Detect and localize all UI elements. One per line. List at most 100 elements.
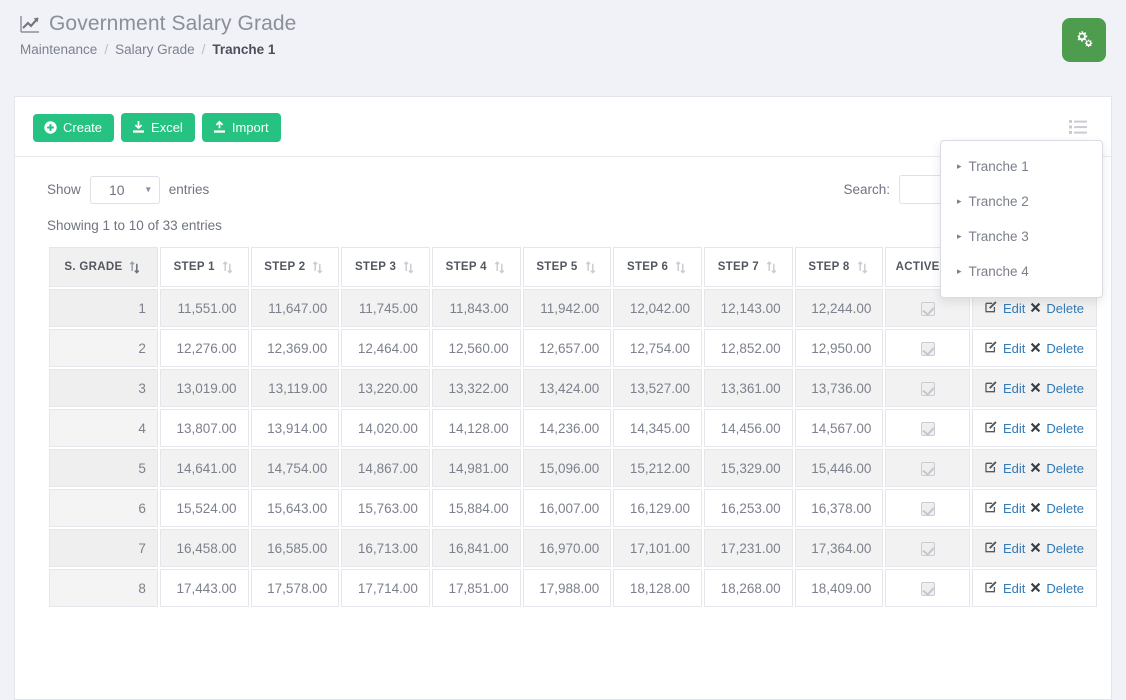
pencil-square-icon	[985, 500, 998, 516]
cell-step-4: 16,841.00	[431, 529, 521, 567]
column-header-step-3[interactable]: STEP 3	[341, 247, 430, 287]
tranche-dropdown-menu[interactable]: ▸ Tranche 1 ▸ Tranche 2 ▸ Tranche 3 ▸ Tranche 4	[940, 140, 1103, 298]
cell-step-6: 12,042.00	[613, 289, 702, 327]
entries-label: entries	[168, 182, 210, 197]
delete-action[interactable]: Delete	[1030, 301, 1084, 316]
cell-actions: Edit Delete	[972, 569, 1097, 607]
delete-link[interactable]: Delete	[1046, 461, 1084, 476]
cell-step-6: 17,101.00	[613, 529, 702, 567]
settings-fab-button[interactable]	[1062, 18, 1106, 62]
column-header-step-2[interactable]: STEP 2	[250, 247, 340, 287]
edit-link[interactable]: Edit	[1003, 581, 1025, 596]
dropdown-item-label: Tranche 3	[968, 229, 1029, 244]
column-header-step-7[interactable]: STEP 7	[703, 247, 793, 287]
cell-step-4: 15,884.00	[431, 489, 521, 527]
active-checkbox	[920, 421, 935, 436]
breadcrumb-item-salary-grade[interactable]: Salary Grade	[115, 42, 195, 57]
column-header-step-1[interactable]: STEP 1	[159, 247, 249, 287]
delete-action[interactable]: Delete	[1030, 341, 1084, 356]
page-title-text: Government Salary Grade	[49, 12, 297, 35]
breadcrumb-separator: /	[201, 42, 206, 57]
edit-action[interactable]: Edit	[985, 340, 1025, 356]
breadcrumb: Maintenance / Salary Grade / Tranche 1	[20, 42, 1126, 57]
edit-action[interactable]: Edit	[985, 540, 1025, 556]
breadcrumb-item-maintenance[interactable]: Maintenance	[20, 42, 97, 57]
edit-action[interactable]: Edit	[985, 580, 1025, 596]
excel-export-button[interactable]: Excel	[121, 113, 195, 142]
column-header-step-5[interactable]: STEP 5	[522, 247, 612, 287]
cell-step-3: 14,867.00	[341, 449, 430, 487]
delete-action[interactable]: Delete	[1030, 581, 1084, 596]
delete-action[interactable]: Delete	[1030, 381, 1084, 396]
sort-icon	[222, 260, 233, 274]
cell-step-1: 13,019.00	[159, 369, 249, 407]
cell-step-7: 18,268.00	[703, 569, 793, 607]
cell-step-2: 14,754.00	[250, 449, 340, 487]
cell-step-7: 16,253.00	[703, 489, 793, 527]
cell-actions: Edit Delete	[972, 489, 1097, 527]
edit-link[interactable]: Edit	[1003, 501, 1025, 516]
column-header-step-4[interactable]: STEP 4	[431, 247, 521, 287]
caret-right-icon: ▸	[957, 266, 962, 276]
edit-action[interactable]: Edit	[985, 380, 1025, 396]
delete-action[interactable]: Delete	[1030, 541, 1084, 556]
cell-step-7: 12,852.00	[703, 329, 793, 367]
cell-step-8: 12,244.00	[794, 289, 884, 327]
column-header-step-6[interactable]: STEP 6	[613, 247, 702, 287]
column-list-toggle[interactable]	[1067, 117, 1089, 137]
edit-link[interactable]: Edit	[1003, 461, 1025, 476]
edit-link[interactable]: Edit	[1003, 301, 1025, 316]
cell-active	[885, 569, 970, 607]
delete-link[interactable]: Delete	[1046, 421, 1084, 436]
delete-link[interactable]: Delete	[1046, 581, 1084, 596]
edit-action[interactable]: Edit	[985, 460, 1025, 476]
delete-action[interactable]: Delete	[1030, 461, 1084, 476]
sort-icon	[403, 260, 414, 274]
cell-step-7: 17,231.00	[703, 529, 793, 567]
table-row: 4 13,807.00 13,914.00 14,020.00 14,128.00 14,…	[49, 409, 1097, 447]
column-header-s-grade[interactable]: S. GRADE	[49, 247, 158, 287]
edit-link[interactable]: Edit	[1003, 541, 1025, 556]
create-button-label: Create	[63, 119, 103, 135]
pencil-square-icon	[985, 380, 998, 396]
cell-salary-grade: 8	[49, 569, 158, 607]
cell-step-1: 16,458.00	[159, 529, 249, 567]
cell-active	[885, 369, 970, 407]
cell-step-7: 12,143.00	[703, 289, 793, 327]
delete-action[interactable]: Delete	[1030, 421, 1084, 436]
pencil-square-icon	[985, 340, 998, 356]
dropdown-item-tranche-3[interactable]: ▸ Tranche 3	[941, 219, 1102, 254]
table-row: 7 16,458.00 16,585.00 16,713.00 16,841.00 16,…	[49, 529, 1097, 567]
delete-link[interactable]: Delete	[1046, 341, 1084, 356]
cell-step-7: 15,329.00	[703, 449, 793, 487]
page-length-select[interactable]: 10	[89, 175, 160, 204]
delete-link[interactable]: Delete	[1046, 541, 1084, 556]
cell-step-6: 16,129.00	[613, 489, 702, 527]
column-header-label: STEP 2	[264, 261, 306, 273]
delete-link[interactable]: Delete	[1046, 381, 1084, 396]
column-header-step-8[interactable]: STEP 8	[794, 247, 884, 287]
cell-step-2: 13,914.00	[250, 409, 340, 447]
edit-link[interactable]: Edit	[1003, 381, 1025, 396]
delete-link[interactable]: Delete	[1046, 301, 1084, 316]
cell-step-6: 13,527.00	[613, 369, 702, 407]
edit-action[interactable]: Edit	[985, 300, 1025, 316]
times-icon	[1030, 381, 1041, 396]
delete-link[interactable]: Delete	[1046, 501, 1084, 516]
create-button[interactable]: Create	[33, 113, 115, 142]
dropdown-item-tranche-4[interactable]: ▸ Tranche 4	[941, 254, 1102, 289]
edit-link[interactable]: Edit	[1003, 341, 1025, 356]
pencil-square-icon	[985, 460, 998, 476]
dropdown-item-tranche-2[interactable]: ▸ Tranche 2	[941, 184, 1102, 219]
column-header-label: STEP 8	[808, 261, 850, 273]
import-button[interactable]: Import	[201, 113, 281, 142]
edit-action[interactable]: Edit	[985, 500, 1025, 516]
cell-step-4: 17,851.00	[431, 569, 521, 607]
sort-icon	[494, 260, 505, 274]
cell-step-3: 14,020.00	[341, 409, 430, 447]
delete-action[interactable]: Delete	[1030, 501, 1084, 516]
cell-salary-grade: 3	[49, 369, 158, 407]
dropdown-item-tranche-1[interactable]: ▸ Tranche 1	[941, 149, 1102, 184]
edit-link[interactable]: Edit	[1003, 421, 1025, 436]
edit-action[interactable]: Edit	[985, 420, 1025, 436]
